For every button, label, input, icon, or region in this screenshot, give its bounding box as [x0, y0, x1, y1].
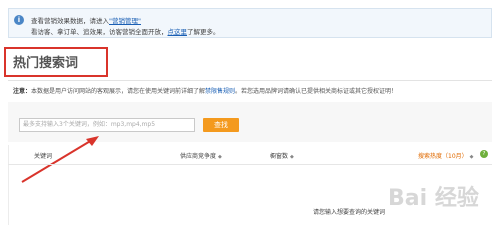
- info-icon: i: [14, 15, 24, 25]
- sort-icon[interactable]: ◆: [470, 154, 474, 160]
- help-icon[interactable]: ?: [480, 150, 488, 158]
- note-text: 本数据是用户访问网站的客观展示，请您在使用关键词前详细了解: [31, 88, 206, 95]
- notice-line-2: 看访客、拿订单、追效果，访客营销全面开放，点这里了解更多。: [31, 26, 220, 36]
- sort-icon[interactable]: ◆: [218, 154, 222, 160]
- sort-icon[interactable]: ◆: [290, 154, 294, 160]
- watermark: Bai 经验: [388, 186, 479, 211]
- column-label: 橱窗数: [270, 153, 289, 160]
- search-button[interactable]: 查找: [203, 118, 239, 132]
- column-label: 供应商竞争度: [180, 153, 217, 160]
- restricted-rules-link[interactable]: 禁限售规则: [205, 88, 235, 95]
- marketing-management-link[interactable]: "营销管理": [109, 17, 141, 25]
- notice-text: 看访客、拿订单、追效果，访客营销全面开放，: [31, 28, 168, 36]
- note-label: 注意：: [13, 88, 32, 95]
- column-header-keyword: 关键词: [34, 153, 53, 160]
- notice-banner: i 查看营销效果数据，请进入"营销管理" 看访客、拿订单、追效果，访客营销全面开…: [8, 8, 492, 38]
- empty-state-message: 请您输入想要查询的关键词: [313, 209, 386, 216]
- notice-text: 查看营销效果数据，请进入: [31, 17, 109, 25]
- page-title: 热门搜索词: [13, 56, 79, 71]
- column-header-popularity[interactable]: 搜索热度（10月） ◆: [418, 151, 473, 160]
- note-text: 。若您选用品牌词请确认已提供相关商标证或其它授权证明！: [235, 88, 398, 95]
- column-header-competition[interactable]: 供应商竞争度 ◆: [180, 151, 222, 160]
- learn-more-link[interactable]: 点这里: [168, 28, 188, 36]
- keyword-search-input[interactable]: 最多支持输入3个关键词，例如：mp3,mp4,mp5: [19, 118, 195, 132]
- notice-line-1: 查看营销效果数据，请进入"营销管理": [31, 15, 141, 25]
- column-label: 搜索热度（10月）: [418, 153, 468, 160]
- divider: [8, 80, 492, 81]
- notice-note: 注意：本数据是用户访问网站的客观展示，请您在使用关键词前详细了解禁限售规则。若您…: [13, 86, 397, 95]
- column-header-showcase[interactable]: 橱窗数 ◆: [270, 151, 294, 160]
- notice-text: 了解更多。: [187, 28, 220, 36]
